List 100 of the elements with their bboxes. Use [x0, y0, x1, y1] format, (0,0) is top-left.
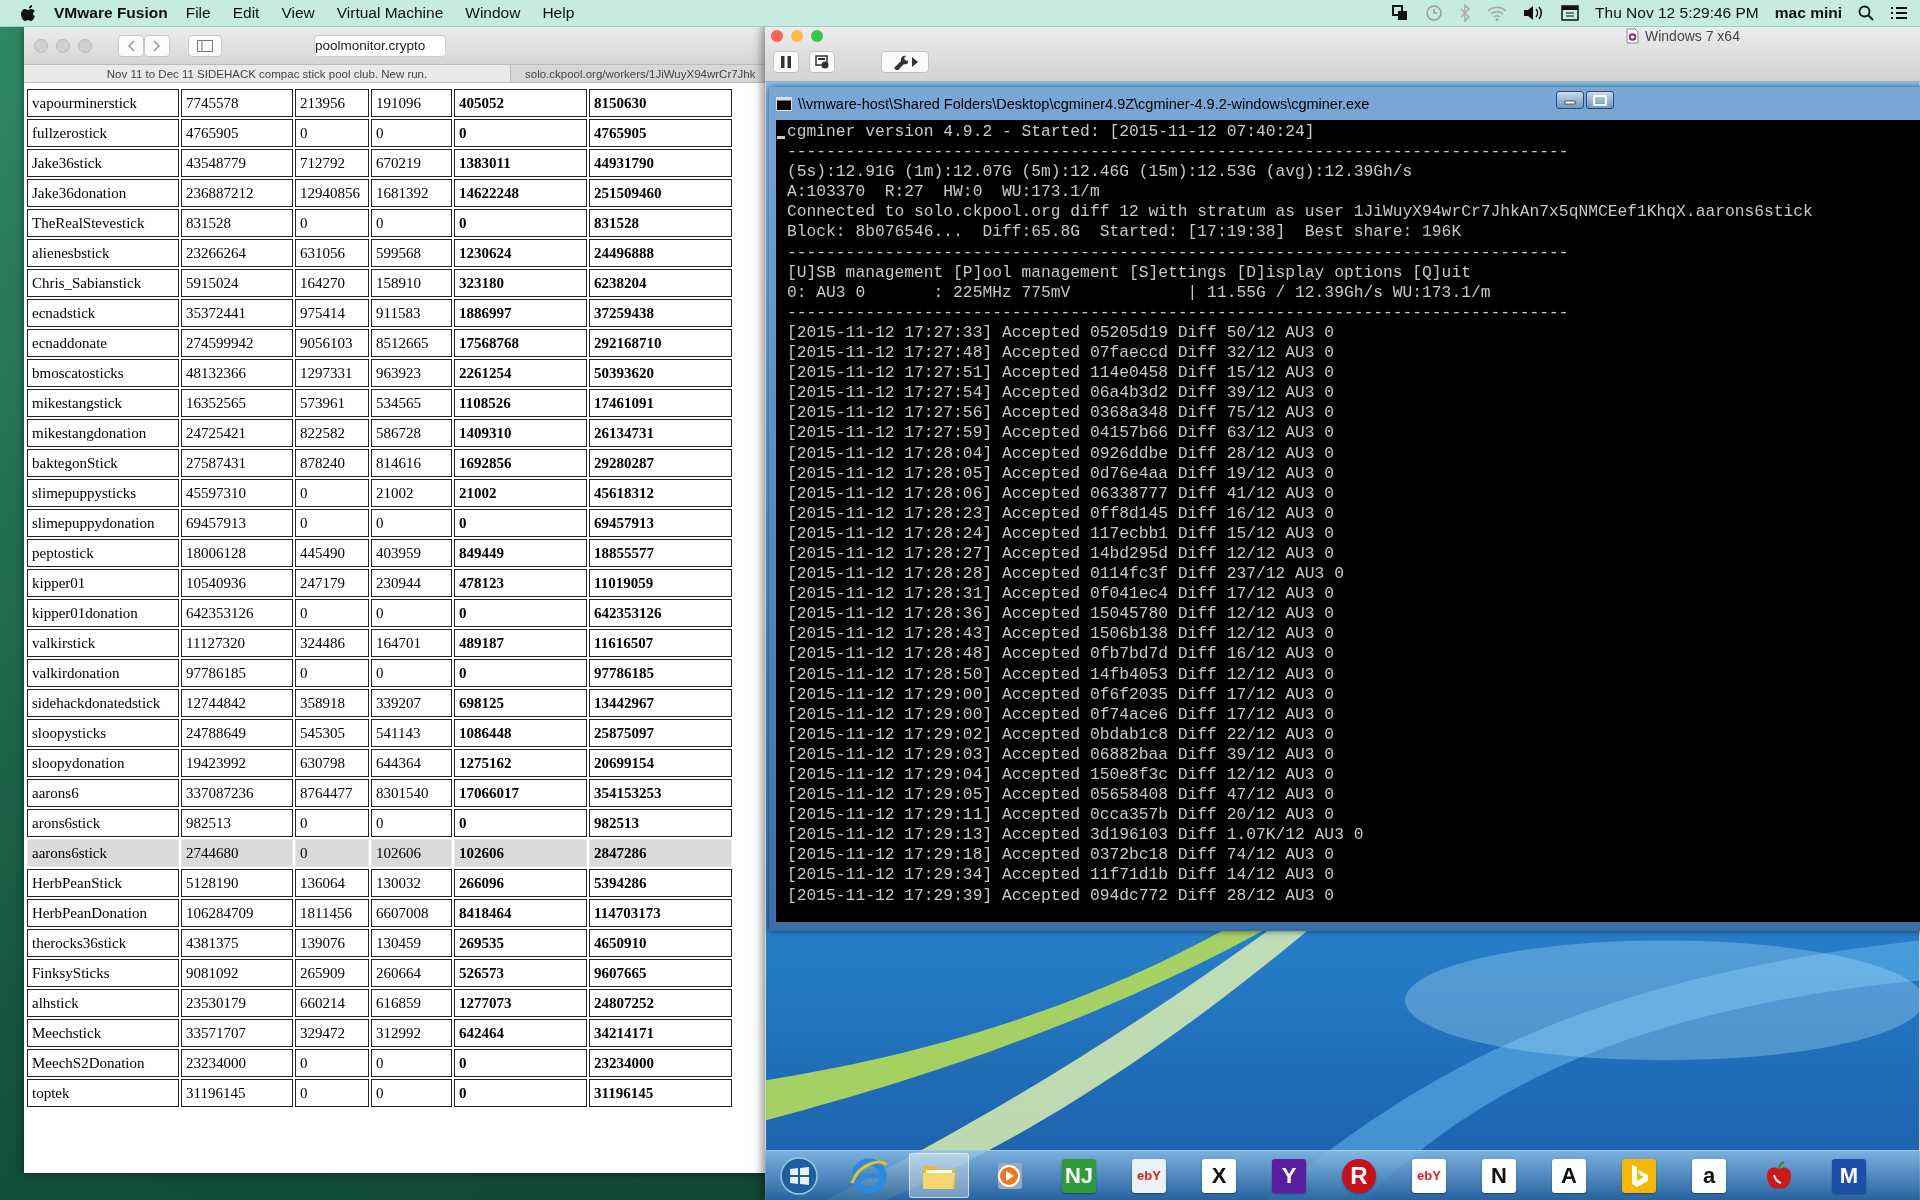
console-line: [2015-11-12 17:28:24] Accepted 117ecbb1 Diff 15/12 AU3 0: [787, 523, 1335, 544]
address-field[interactable]: poolmonitor.crypto: [314, 34, 447, 57]
table-cell: 27587431: [181, 449, 293, 477]
console-line: (5s):12.91G (1m):12.07G (5m):12.46G (15m):12.53G (avg):12.39Gh/s: [787, 162, 1413, 183]
window-control[interactable]: [771, 30, 783, 42]
table-cell: 975414: [295, 299, 369, 327]
table-cell: 0: [454, 1079, 587, 1107]
table-cell: 24807252: [589, 989, 732, 1017]
table-cell: 0: [371, 1049, 452, 1077]
table-cell: 139076: [295, 929, 369, 957]
table-cell: 25875097: [589, 719, 732, 747]
browser-tab[interactable]: solo.ckpool.org/workers/1JiWuyX94wrCr7Jhk: [511, 65, 765, 82]
table-cell: 0: [295, 659, 369, 687]
menu-item[interactable]: Help: [542, 4, 575, 22]
wrench-icon: [892, 54, 908, 70]
table-cell: 292168710: [589, 329, 732, 357]
table-cell: 2261254: [454, 359, 587, 387]
table-cell: 911583: [371, 299, 452, 327]
worker-name-cell: aarons6: [27, 779, 179, 807]
table-cell: 329472: [295, 1019, 369, 1047]
console-line: [U]SB management [P]ool management [S]ettings [D]isplay options [Q]uit: [787, 262, 1471, 283]
table-cell: 69457913: [589, 509, 732, 537]
console-line: [2015-11-12 17:28:50] Accepted 14fb4053 Diff 12/12 AU3 0: [787, 664, 1335, 685]
table-cell: 323180: [454, 269, 587, 297]
table-cell: 849449: [454, 539, 587, 567]
apple-icon[interactable]: [20, 4, 36, 22]
menu-item[interactable]: Edit: [232, 4, 260, 22]
table-cell: 0: [371, 659, 452, 687]
app-tile: X: [1202, 1158, 1236, 1193]
table-cell: 1277073: [454, 989, 587, 1017]
table-cell: 0: [454, 599, 587, 627]
table-cell: 236887212: [181, 179, 293, 207]
keyboard-icon[interactable]: [1561, 5, 1580, 21]
worker-name-cell: slimepuppydonation: [27, 509, 179, 537]
taskbar-button[interactable]: NJ: [1049, 1153, 1109, 1198]
app-menu[interactable]: VMware Fusion: [54, 4, 168, 22]
taskbar-button[interactable]: Y: [1259, 1153, 1319, 1198]
table-cell: 45597310: [181, 479, 293, 507]
table-cell: 0: [295, 599, 369, 627]
taskbar-button[interactable]: X: [1189, 1153, 1249, 1198]
taskbar-button[interactable]: R: [1329, 1153, 1389, 1198]
menu-clock[interactable]: Thu Nov 12 5:29:46 PM: [1595, 4, 1759, 22]
table-cell: 251509460: [589, 179, 732, 207]
taskbar-button[interactable]: ebY: [1399, 1153, 1459, 1198]
minimize-button[interactable]: [1556, 91, 1584, 109]
menu-item[interactable]: Virtual Machine: [336, 4, 444, 22]
worker-name-cell: mikestangdonation: [27, 419, 179, 447]
search-icon[interactable]: [1858, 5, 1874, 21]
table-cell: 191096: [371, 89, 452, 117]
table-cell: 0: [371, 809, 452, 837]
taskbar-button[interactable]: M: [1819, 1153, 1879, 1198]
console-line: [2015-11-12 17:29:05] Accepted 05658408 Diff 47/12 AU3 0: [787, 785, 1335, 806]
console-line: [2015-11-12 17:27:56] Accepted 0368a348 Diff 75/12 AU3 0: [787, 403, 1335, 424]
menu-item[interactable]: Window: [465, 4, 521, 22]
settings-button[interactable]: [881, 51, 929, 73]
menu-item[interactable]: File: [185, 4, 211, 22]
console-line: 0: AU3 0 : 225MHz 775mV | 11.55G / 12.39Gh/s WU:173.1/m: [787, 282, 1491, 303]
table-cell: 573961: [295, 389, 369, 417]
table-cell: 878240: [295, 449, 369, 477]
browser-tab[interactable]: Nov 11 to Dec 11 SIDEHACK compac stick pool club. New run.: [24, 65, 511, 82]
console-line: cgminer version 4.9.2 - Started: [2015-11-12 07:40:24]: [787, 122, 1315, 143]
console-line: [2015-11-12 17:27:59] Accepted 04157b66 Diff 63/12 AU3 0: [787, 423, 1335, 444]
taskbar-button[interactable]: a: [1679, 1153, 1739, 1198]
vmware-status-icon[interactable]: [1391, 4, 1410, 22]
table-cell: 48132366: [181, 359, 293, 387]
table-cell: 644364: [371, 749, 452, 777]
snapshot-button[interactable]: [809, 51, 835, 73]
user-menu[interactable]: mac mini: [1774, 4, 1842, 22]
text-cursor: [777, 136, 785, 139]
maximize-button[interactable]: [1586, 91, 1614, 109]
clock-icon[interactable]: [1425, 4, 1444, 22]
table-cell: 114703173: [589, 899, 732, 927]
table-cell: 23530179: [181, 989, 293, 1017]
table-cell: 8418464: [454, 899, 587, 927]
taskbar-button[interactable]: A: [1539, 1153, 1599, 1198]
start-orb-icon: [780, 1156, 818, 1195]
table-cell: 247179: [295, 569, 369, 597]
taskbar-button[interactable]: N: [1469, 1153, 1529, 1198]
console-line: [2015-11-12 17:29:34] Accepted 11f71d1b Diff 14/12 AU3 0: [787, 865, 1335, 886]
sidebar-button[interactable]: [188, 34, 222, 57]
list-icon[interactable]: [1890, 6, 1908, 20]
app-tile: ebY: [1412, 1158, 1446, 1193]
taskbar-button[interactable]: ebY: [1119, 1153, 1179, 1198]
taskbar-button[interactable]: [909, 1153, 969, 1198]
menu-item[interactable]: View: [281, 4, 315, 22]
table-cell: 312992: [371, 1019, 452, 1047]
table-cell: 1692856: [454, 449, 587, 477]
table-cell: 814616: [371, 449, 452, 477]
worker-name-cell: MeechS2Donation: [27, 1049, 179, 1077]
pause-button[interactable]: [773, 51, 799, 73]
table-cell: 670219: [371, 149, 452, 177]
table-cell: 13442967: [589, 689, 732, 717]
table-cell: 1409310: [454, 419, 587, 447]
console-line: [2015-11-12 17:28:23] Accepted 0ff8d145 Diff 16/12 AU3 0: [787, 503, 1335, 524]
table-cell: 0: [295, 119, 369, 147]
table-cell: 0: [295, 1079, 369, 1107]
table-cell: 8301540: [371, 779, 452, 807]
worker-name-cell: ecnaddonate: [27, 329, 179, 357]
table-cell: 16352565: [181, 389, 293, 417]
table-cell: 0: [454, 209, 587, 237]
